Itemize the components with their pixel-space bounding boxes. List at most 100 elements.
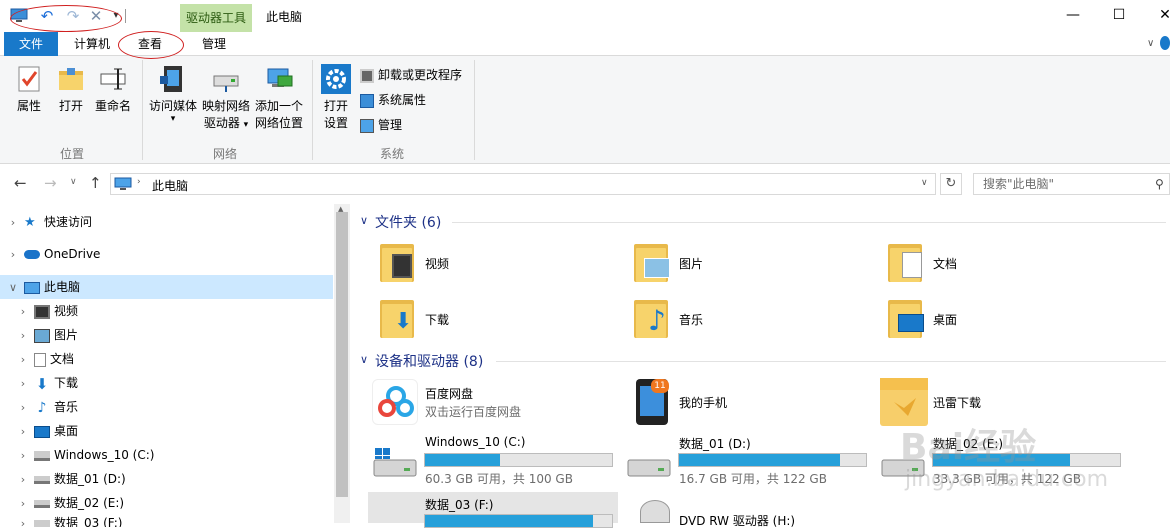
folder-label-pictures[interactable]: 图片	[679, 255, 703, 272]
breadcrumb-chevron-icon[interactable]: ›	[137, 177, 141, 187]
folder-pictures-icon[interactable]	[634, 242, 670, 282]
properties-button[interactable]: 属性	[12, 64, 46, 115]
expand-chevron-icon[interactable]: ›	[16, 492, 30, 516]
folder-downloads-icon[interactable]: ⬇	[380, 298, 416, 338]
scroll-up-icon[interactable]: ▲	[338, 205, 343, 213]
collapse-section-icon[interactable]: ∨	[360, 214, 368, 227]
folder-label-desktop[interactable]: 桌面	[933, 311, 957, 328]
open-button[interactable]: 打开	[54, 64, 88, 115]
uninstall-programs-button[interactable]: 卸载或更改程序	[360, 65, 462, 85]
folder-videos-icon[interactable]	[380, 242, 416, 282]
expand-chevron-icon[interactable]: ›	[6, 211, 20, 235]
nav-item-drive-e[interactable]: › 数据_02 (E:)	[16, 491, 124, 515]
folder-music-icon[interactable]: ♪	[634, 298, 670, 338]
open-settings-button[interactable]: 打开 设置	[318, 64, 354, 132]
map-drive-label-1: 映射网络	[201, 99, 250, 113]
device-label-drive-d[interactable]: 数据_01 (D:)	[679, 435, 751, 452]
tab-computer[interactable]: 计算机	[64, 32, 120, 56]
maximize-button[interactable]: ☐	[1096, 0, 1142, 32]
folder-label-documents[interactable]: 文档	[933, 255, 957, 272]
tab-file[interactable]: 文件	[4, 32, 58, 56]
help-icon[interactable]	[1160, 36, 1170, 50]
nav-item-onedrive[interactable]: › OneDrive	[6, 242, 101, 267]
device-label-thunder[interactable]: 迅雷下载	[933, 394, 981, 411]
nav-item-downloads[interactable]: › ⬇ 下载	[16, 371, 78, 395]
expand-chevron-icon[interactable]: ›	[16, 396, 30, 420]
expand-chevron-icon[interactable]: ›	[16, 420, 30, 444]
drive-icon	[34, 499, 50, 508]
uninstall-label: 卸载或更改程序	[378, 68, 463, 82]
expand-chevron-icon[interactable]: ›	[6, 243, 20, 267]
folder-label-music[interactable]: 音乐	[679, 311, 703, 328]
device-label-drive-c[interactable]: Windows_10 (C:)	[425, 435, 525, 449]
phone-badge: 11	[651, 379, 669, 393]
windows-drive-icon[interactable]	[372, 446, 418, 480]
access-media-button[interactable]: 访问媒体 ▾	[146, 64, 200, 124]
device-label-drive-f[interactable]: 数据_03 (F:)	[425, 496, 493, 513]
recent-locations-icon[interactable]: ∨	[70, 177, 77, 187]
rename-button[interactable]: 重命名	[92, 64, 134, 115]
nav-item-desktop[interactable]: › 桌面	[16, 419, 78, 443]
device-label-phone[interactable]: 我的手机	[679, 394, 727, 411]
device-label-dvd[interactable]: DVD RW 驱动器 (H:)	[679, 512, 795, 529]
expand-chevron-icon[interactable]: ›	[16, 516, 30, 527]
nav-scrollbar-thumb[interactable]	[336, 212, 348, 497]
add-network-location-button[interactable]: 添加一个 网络位置	[252, 64, 306, 132]
refresh-button[interactable]: ↻	[940, 173, 962, 195]
music-note-icon: ♪	[37, 399, 47, 416]
manage-button[interactable]: 管理	[360, 115, 402, 135]
ribbon-collapse-icon[interactable]: ∨	[1147, 38, 1154, 49]
search-input[interactable]: 搜索"此电脑" ⚲	[973, 173, 1170, 195]
close-button[interactable]: ✕	[1142, 0, 1170, 32]
cloud-icon	[24, 250, 40, 259]
desktop-icon	[34, 425, 50, 438]
nav-item-videos[interactable]: › 视频	[16, 299, 78, 323]
address-dropdown-icon[interactable]: ∨	[921, 178, 928, 188]
contextual-tab-drive-tools[interactable]: 驱动器工具	[180, 4, 252, 32]
forward-arrow-icon[interactable]: →	[44, 174, 57, 192]
expand-chevron-icon[interactable]: ›	[16, 468, 30, 492]
nav-label: 快速访问	[44, 215, 93, 229]
collapse-chevron-icon[interactable]: ∨	[6, 276, 20, 300]
expand-chevron-icon[interactable]: ›	[16, 300, 30, 324]
expand-chevron-icon[interactable]: ›	[16, 372, 30, 396]
breadcrumb[interactable]: 此电脑	[152, 177, 188, 194]
collapse-section-icon[interactable]: ∨	[360, 353, 368, 366]
drive-icon[interactable]	[626, 456, 672, 480]
address-bar[interactable]: › 此电脑 ∨	[110, 173, 936, 195]
folder-desktop-icon[interactable]	[888, 298, 924, 338]
folder-documents-icon[interactable]	[888, 242, 924, 282]
map-network-drive-button[interactable]: 映射网络 驱动器 ▾	[200, 64, 252, 134]
expand-chevron-icon[interactable]: ›	[16, 324, 30, 348]
folder-label-videos[interactable]: 视频	[425, 255, 449, 272]
document-icon	[34, 352, 46, 367]
qat-separator	[125, 9, 126, 23]
nav-label: 数据_02 (E:)	[54, 496, 125, 510]
window-title: 此电脑	[266, 10, 303, 24]
nav-item-drive-c[interactable]: › Windows_10 (C:)	[16, 443, 155, 468]
nav-item-pictures[interactable]: › 图片	[16, 323, 78, 347]
device-label-baidu[interactable]: 百度网盘	[425, 385, 473, 402]
nav-item-drive-f[interactable]: › 数据_03 (F:)	[16, 515, 122, 527]
folder-label-downloads[interactable]: 下载	[425, 311, 449, 328]
nav-label: 视频	[54, 304, 79, 318]
nav-item-drive-d[interactable]: › 数据_01 (D:)	[16, 467, 126, 491]
nav-item-quick-access[interactable]: › ★ 快速访问	[6, 210, 92, 234]
nav-item-documents[interactable]: › 文档	[16, 347, 74, 371]
dvd-drive-icon[interactable]	[640, 500, 670, 523]
tab-manage[interactable]: 管理	[186, 32, 242, 56]
expand-chevron-icon[interactable]: ›	[16, 444, 30, 468]
expand-chevron-icon[interactable]: ›	[16, 348, 30, 372]
minimize-button[interactable]: —	[1050, 0, 1096, 32]
system-properties-button[interactable]: 系统属性	[360, 90, 426, 110]
back-arrow-icon[interactable]: ←	[14, 174, 27, 192]
nav-item-music[interactable]: › ♪ 音乐	[16, 395, 78, 419]
access-media-label: 访问媒体	[148, 99, 197, 113]
nav-item-this-pc[interactable]: ∨ 此电脑	[6, 275, 80, 299]
section-divider	[496, 361, 1166, 362]
section-heading-folders[interactable]: 文件夹 (6)	[375, 212, 441, 232]
section-heading-devices[interactable]: 设备和驱动器 (8)	[375, 351, 483, 371]
up-arrow-icon[interactable]: ↑	[89, 174, 102, 192]
windows-drive-icon	[34, 450, 50, 461]
baidu-netdisk-icon[interactable]	[372, 379, 418, 425]
